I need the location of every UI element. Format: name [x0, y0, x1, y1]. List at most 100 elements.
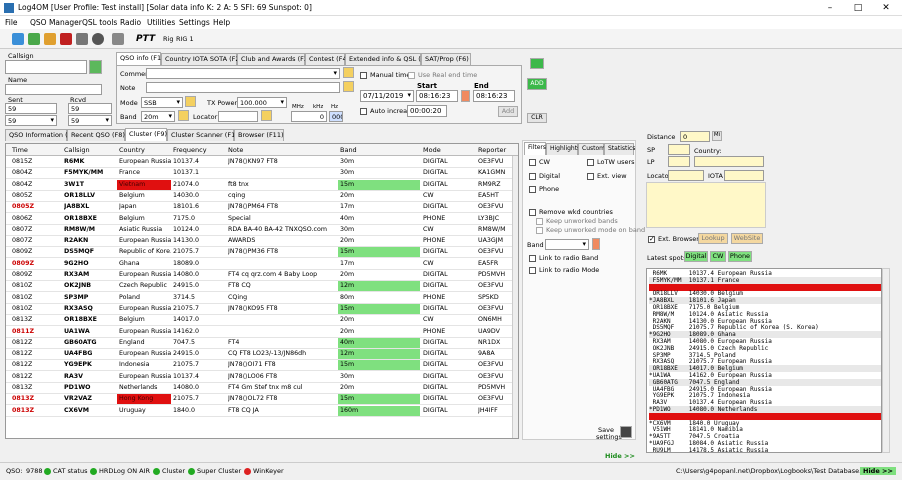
hide-status-link[interactable]: Hide >>: [860, 467, 896, 475]
ext-view-checkbox[interactable]: [587, 173, 594, 180]
tab-browser[interactable]: Browser (F11): [234, 129, 284, 141]
col-time[interactable]: Time: [12, 146, 28, 154]
cluster-status-label[interactable]: Cluster: [162, 467, 185, 475]
tab-club-awards[interactable]: Club and Awards (F3): [237, 53, 311, 65]
table-row[interactable]: 0810Z SP3MP Poland 3714.5 CQing 80m PHONE SP5KD: [6, 293, 518, 304]
rig-value[interactable]: RIG 1: [176, 35, 194, 43]
lookup-button[interactable]: Lookup: [698, 233, 728, 244]
locator-folder-icon[interactable]: [261, 110, 272, 121]
table-row[interactable]: 0812Z YG9EPK Indonesia 21075.7 JN78⟨⟩OI71 FT…: [6, 360, 518, 372]
table-row[interactable]: 0806Z OR18BXE Belgium 7175.0 Special 40m PHONE…: [6, 214, 518, 225]
rcvd-rst-input[interactable]: 59: [68, 103, 112, 114]
band-filter-button[interactable]: [592, 238, 600, 250]
minimize-button[interactable]: –: [816, 0, 844, 16]
country-input[interactable]: [694, 156, 764, 167]
date-picker[interactable]: 07/11/2019: [360, 90, 414, 102]
comment-input[interactable]: [146, 68, 340, 79]
table-row[interactable]: 0804Z 3W1T Vietnam 21074.0 ft8 tnx 15m DIGITAL…: [6, 179, 518, 191]
keep-mode-checkbox[interactable]: [536, 227, 543, 234]
table-row[interactable]: 0812Z UA4FBG European Russia 24915.0 CQ FT8 …: [6, 349, 518, 361]
rcvd-rst-select[interactable]: 59: [68, 115, 112, 126]
lotw-checkbox[interactable]: [587, 159, 594, 166]
spots-digital-button[interactable]: Digital: [684, 251, 708, 262]
tab-extended-qsl[interactable]: Extended info & QSL (F5): [345, 53, 431, 65]
table-row[interactable]: 0813Z CX6VM Uruguay 1840.0 FT8 CQ JA 160m DIGI…: [6, 405, 518, 417]
link-radio-mode-checkbox[interactable]: [529, 267, 536, 274]
sync-time-button[interactable]: [461, 90, 470, 102]
spot-item[interactable]: RU9LM 14178.5 Asiatic Russia: [649, 447, 881, 452]
menu-qso-manager[interactable]: QSO Manager: [30, 18, 82, 27]
winkeyer-label[interactable]: WinKeyer: [253, 467, 284, 475]
super-cluster-label[interactable]: Super Cluster: [197, 467, 241, 475]
name-input[interactable]: [5, 84, 102, 95]
cw-filter-checkbox[interactable]: [529, 159, 536, 166]
tab-highlights[interactable]: Highlights: [546, 143, 580, 155]
book-icon[interactable]: [60, 33, 72, 45]
spots-cw-button[interactable]: CW: [710, 251, 726, 262]
tab-qso-information[interactable]: QSO Information (F7): [5, 129, 78, 141]
table-row[interactable]: 0812Z RA3V European Russia 10137.4 JN78⟨⟩LO0…: [6, 372, 518, 383]
table-row[interactable]: 0813Z VR2VAZ Hong Kong 21075.7 JN78⟨⟩OL72 FT…: [6, 394, 518, 406]
col-frequency[interactable]: Frequency: [173, 146, 207, 154]
menu-utilities[interactable]: Utilities: [147, 18, 175, 27]
save-icon[interactable]: [620, 426, 632, 438]
latest-spots-list[interactable]: R6MK 10137.4 European Russia F5MYK/MM 10…: [646, 268, 882, 453]
table-row[interactable]: 0805Z OR18LLV Belgium 14030.0 cqing 20m CW EA5H…: [6, 191, 518, 202]
mode-select[interactable]: SSB: [141, 97, 183, 108]
frequency-input[interactable]: 0: [291, 111, 327, 122]
note-input[interactable]: [146, 82, 340, 93]
grid-scrollbar[interactable]: [512, 156, 518, 438]
auto-increase-input[interactable]: 00:00:20: [407, 105, 447, 117]
lp-input[interactable]: [668, 156, 690, 167]
tab-cluster-scanner[interactable]: Cluster Scanner (F10): [167, 129, 242, 141]
note-folder-icon[interactable]: [343, 81, 354, 92]
distance-input[interactable]: 0: [680, 131, 710, 142]
clear-button[interactable]: CLR: [527, 113, 547, 123]
tab-sat-prop[interactable]: SAT/Prop (F6): [421, 53, 471, 65]
table-row[interactable]: 0812Z GB60ATG England 7047.5 FT4 40m DIGITAL NR…: [6, 337, 518, 349]
table-row[interactable]: 0810Z RX3ASQ European Russia 21075.7 JN78⟨⟩K…: [6, 303, 518, 315]
comment-folder-icon[interactable]: [343, 67, 354, 78]
table-row[interactable]: 0807Z RM8W/M Asiatic Russia 10124.0 RDA BA-4…: [6, 225, 518, 236]
table-row[interactable]: 0804Z F5MYK/MM France 10137.1 30m DIGITAL KA1G…: [6, 168, 518, 180]
close-button[interactable]: ✕: [872, 0, 900, 16]
cluster-grid[interactable]: Time Callsign Country Frequency Note Ban…: [5, 143, 519, 439]
tab-country-iota-sota[interactable]: Country IOTA SOTA (F2): [161, 53, 242, 65]
end-time-input[interactable]: 08:16:23: [473, 90, 515, 102]
add-qso-button[interactable]: ADD: [527, 78, 547, 90]
table-row[interactable]: 0815Z R6MK European Russia 10137.4 JN78⟨⟩KN9…: [6, 157, 518, 168]
col-band[interactable]: Band: [340, 146, 357, 154]
col-country[interactable]: Country: [119, 146, 145, 154]
table-row[interactable]: 0810Z OK2JNB Czech Republic 24915.0 FT8 CQ 12…: [6, 281, 518, 293]
tab-custom[interactable]: Custom: [578, 143, 605, 155]
sp-input[interactable]: [668, 144, 690, 155]
hide-filters-link[interactable]: Hide >>: [605, 452, 635, 460]
keep-bands-checkbox[interactable]: [536, 218, 543, 225]
tab-qso-info[interactable]: QSO info (F1): [116, 52, 164, 65]
sent-rst-input[interactable]: 59: [5, 103, 57, 114]
table-row[interactable]: 0811Z UA1WA European Russia 14162.0 20m PHONE…: [6, 327, 518, 338]
callsign-input[interactable]: [5, 60, 87, 74]
tab-recent-qso[interactable]: Recent QSO (F8): [67, 129, 125, 141]
digital-filter-checkbox[interactable]: [529, 173, 536, 180]
menu-radio[interactable]: Radio: [120, 18, 141, 27]
table-row[interactable]: 0813Z PD1WO Netherlands 14080.0 FT4 Gm Stef …: [6, 383, 518, 394]
add-time-button[interactable]: Add: [498, 106, 518, 117]
iota-input[interactable]: [724, 170, 764, 181]
menu-help[interactable]: Help: [213, 18, 230, 27]
remove-wkd-checkbox[interactable]: [529, 209, 536, 216]
menu-settings[interactable]: Settings: [179, 18, 210, 27]
table-row[interactable]: 0813Z OR18BXE Belgium 14017.0 20m CW ON6MH: [6, 315, 518, 327]
auto-increase-checkbox[interactable]: [360, 108, 367, 115]
headset-icon[interactable]: [92, 33, 104, 45]
antenna-icon[interactable]: [112, 33, 124, 45]
tx-power-input[interactable]: 100.000: [237, 97, 287, 108]
mi-button[interactable]: Mi: [712, 131, 722, 141]
locator-info-input[interactable]: [668, 170, 704, 181]
hrdlog-label[interactable]: HRDLog ON AIR: [99, 467, 150, 475]
cat-status-label[interactable]: CAT status: [53, 467, 88, 475]
table-row[interactable]: 0809Z RX3AM European Russia 14080.0 FT4 cq q…: [6, 270, 518, 281]
locator-input[interactable]: [218, 111, 258, 122]
mode-folder-icon[interactable]: [185, 96, 196, 107]
table-row[interactable]: 0809Z DS5MQF Republic of Kore... 21075.7 JN7…: [6, 247, 518, 259]
